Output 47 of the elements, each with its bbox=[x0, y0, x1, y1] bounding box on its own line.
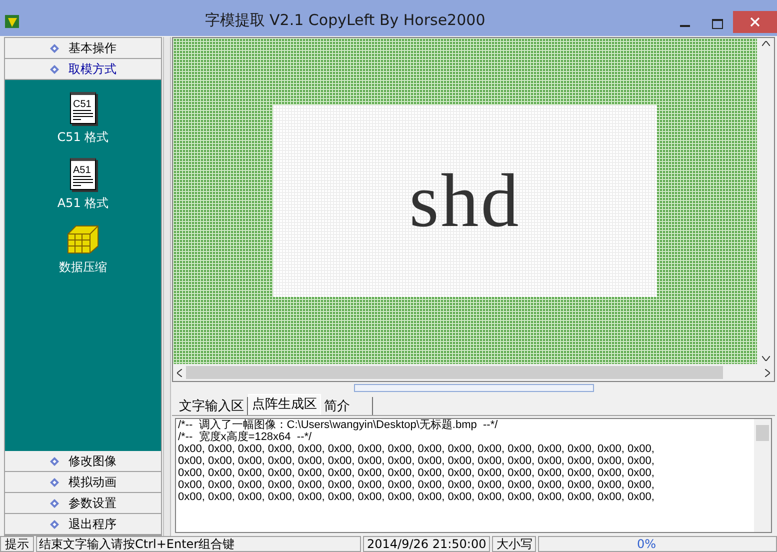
option-label: A51 格式 bbox=[57, 195, 109, 212]
close-button[interactable] bbox=[733, 11, 777, 33]
window-title: 字模提取 V2.1 CopyLeft By Horse2000 bbox=[204, 10, 486, 30]
option-label: 数据压缩 bbox=[59, 259, 107, 276]
diamond-icon bbox=[50, 520, 58, 528]
status-message: 结束文字输入请按Ctrl+Enter组合键 bbox=[36, 536, 361, 552]
app-icon bbox=[4, 12, 22, 30]
sidebar-button[interactable]: 模拟动画 bbox=[5, 472, 161, 493]
sidebar-button[interactable]: 退出程序 bbox=[5, 514, 161, 535]
preview-text: shd bbox=[409, 163, 521, 239]
icon-label: C51 bbox=[73, 99, 92, 111]
diamond-icon bbox=[50, 478, 58, 486]
code-line: 0x00, 0x00, 0x00, 0x00, 0x00, 0x00, 0x00, 0x00, 0x00, 0x00, 0x00, 0x00, 0x00, 0x00, 0x00, 0x00, bbox=[178, 479, 656, 491]
code-line: 0x00, 0x00, 0x00, 0x00, 0x00, 0x00, 0x00, 0x00, 0x00, 0x00, 0x00, 0x00, 0x00, 0x00, 0x00, 0x00, bbox=[178, 455, 656, 467]
format-option[interactable]: 数据压缩 bbox=[59, 224, 107, 276]
diamond-icon bbox=[50, 64, 58, 74]
status-label: 提示 bbox=[0, 536, 34, 552]
close-icon bbox=[750, 17, 760, 27]
maximize-icon[interactable] bbox=[712, 19, 723, 29]
splitter-handle[interactable] bbox=[354, 384, 594, 392]
option-label: C51 格式 bbox=[57, 129, 109, 146]
status-caps: 大小写 bbox=[492, 536, 536, 552]
tab[interactable]: 文字输入区 bbox=[176, 397, 248, 415]
diamond-icon bbox=[50, 498, 58, 508]
code-line: 0x00, 0x00, 0x00, 0x00, 0x00, 0x00, 0x00, 0x00, 0x00, 0x00, 0x00, 0x00, 0x00, 0x00, 0x00, 0x00, bbox=[178, 443, 656, 455]
tab[interactable]: 简介 bbox=[321, 397, 373, 415]
code-line: 0x00, 0x00, 0x00, 0x00, 0x00, 0x00, 0x00, 0x00, 0x00, 0x00, 0x00, 0x00, 0x00, 0x00, 0x00, 0x00, bbox=[178, 491, 656, 503]
diamond-icon bbox=[50, 456, 58, 466]
icon-label: A51 bbox=[72, 165, 91, 177]
vertical-scrollbar[interactable] bbox=[754, 419, 771, 532]
format-option[interactable]: C51 C51 格式 bbox=[57, 92, 109, 146]
scroll-thumb[interactable] bbox=[756, 425, 769, 441]
sidebar-button[interactable]: 基本操作 bbox=[5, 38, 161, 59]
scroll-thumb[interactable] bbox=[186, 366, 723, 379]
sidebar-button[interactable]: 修改图像 bbox=[5, 451, 161, 472]
splitter[interactable] bbox=[163, 37, 171, 536]
code-line: /*-- 调入了一幅图像：C:\Users\wangyin\Desktop\无标题.bmp --*/ bbox=[178, 419, 499, 431]
tab[interactable]: 点阵生成区 bbox=[248, 394, 321, 415]
sidebar-button[interactable]: 取模方式 bbox=[5, 59, 161, 80]
diamond-icon bbox=[50, 44, 58, 52]
cube-icon bbox=[66, 224, 100, 254]
code-line: 0x00, 0x00, 0x00, 0x00, 0x00, 0x00, 0x00, 0x00, 0x00, 0x00, 0x00, 0x00, 0x00, 0x00, 0x00, 0x00, bbox=[178, 467, 656, 479]
progress-reading: 0% bbox=[636, 537, 656, 551]
sidebar-button[interactable]: 参数设置 bbox=[5, 493, 161, 514]
format-option[interactable]: A51 A51 格式 bbox=[57, 158, 109, 212]
code-line: /*-- 宽度x高度=128x64 --*/ bbox=[178, 431, 313, 443]
status-datetime: 2014/9/26 21:50:00 bbox=[363, 536, 490, 552]
